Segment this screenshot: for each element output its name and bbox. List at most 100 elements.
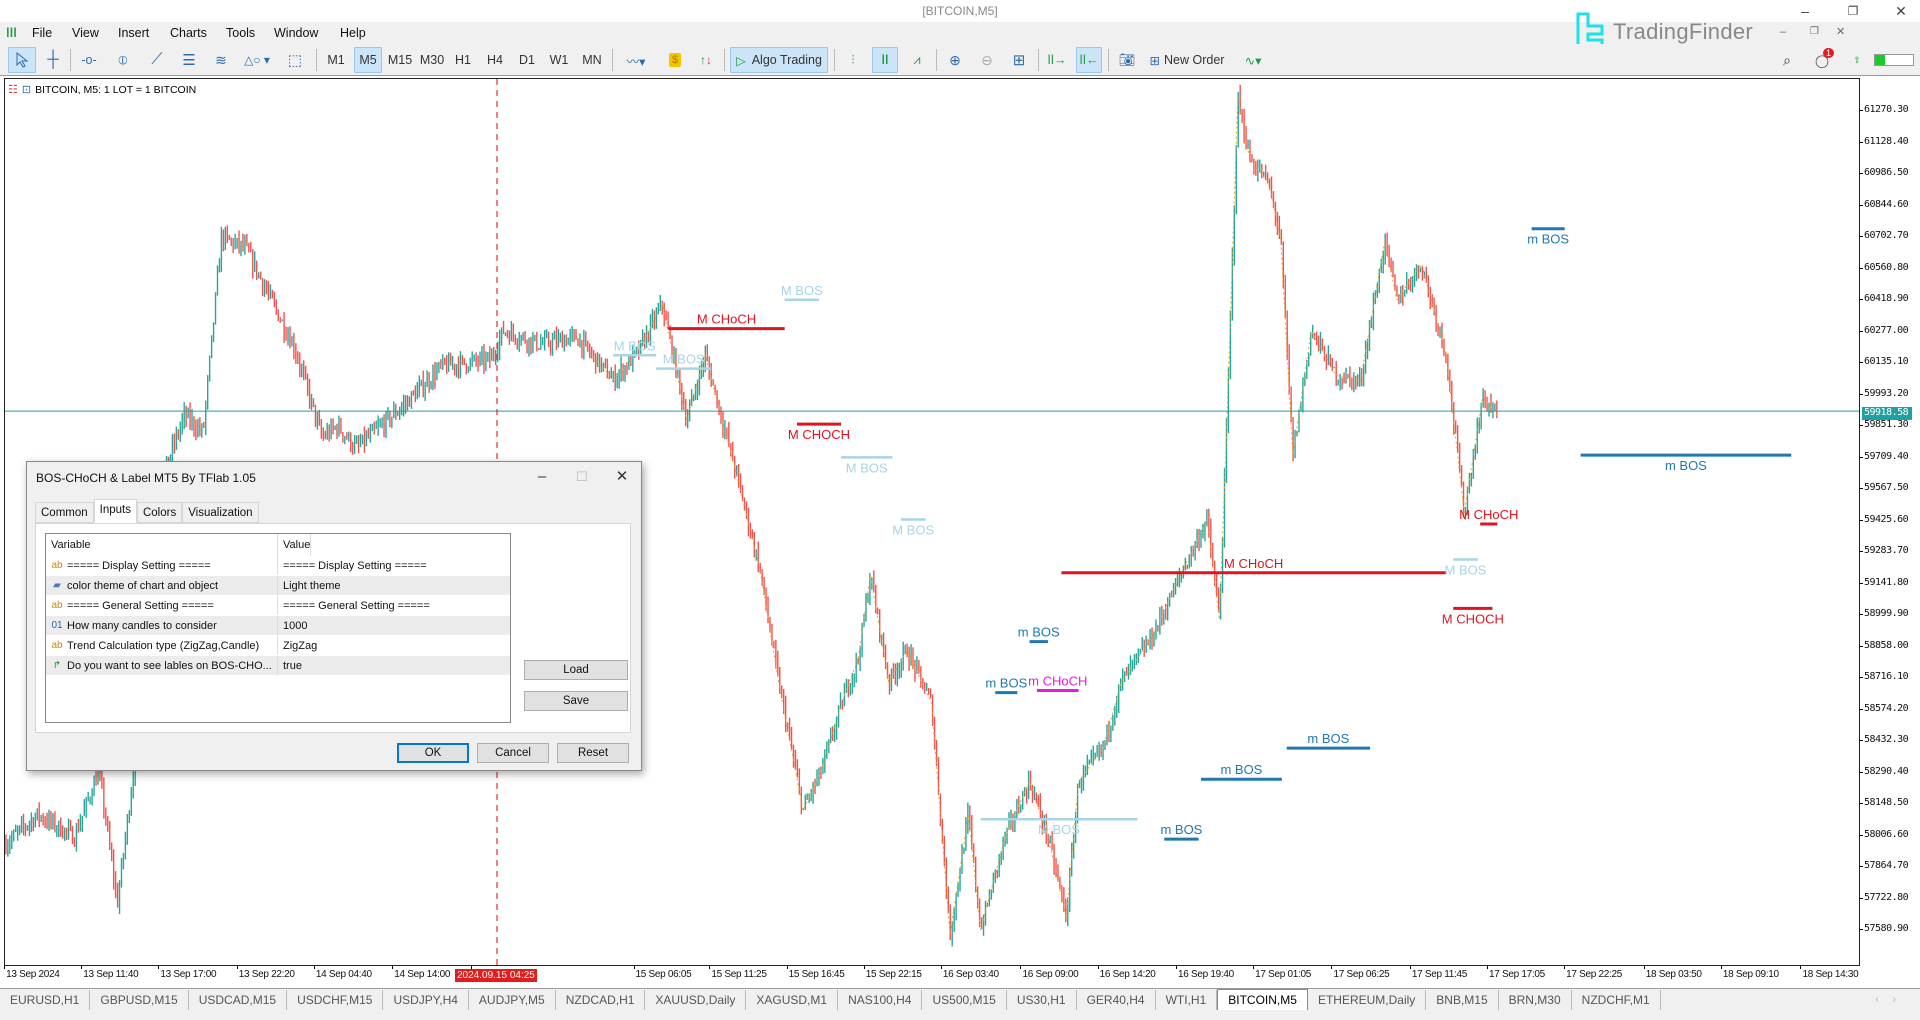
symbol-tab[interactable]: US30,H1 — [1007, 989, 1077, 1010]
line-chart-button[interactable]: ⩘ — [904, 47, 930, 73]
menu-insert[interactable]: Insert — [118, 26, 149, 40]
symbol-tab[interactable]: AUDJPY,M5 — [469, 989, 556, 1010]
symbol-tab[interactable]: USDJPY,H4 — [383, 989, 469, 1010]
shapes-button[interactable]: △○ ▾ — [240, 47, 274, 73]
symbol-tab[interactable]: GER40,H4 — [1077, 989, 1156, 1010]
symbol-tab[interactable]: WTI,H1 — [1156, 989, 1218, 1010]
save-button[interactable]: Save — [524, 691, 628, 711]
price-axis[interactable]: 61270.30 61128.40 60986.50 60844.60 60702.70… — [1858, 78, 1920, 966]
symbol-tab[interactable]: BRN,M30 — [1499, 989, 1572, 1010]
screenshot-button[interactable]: 📷︎ — [1114, 47, 1140, 73]
indicators-dropdown[interactable]: 〰▾ — [618, 47, 654, 73]
column-value[interactable]: Value — [278, 534, 312, 556]
cursor-tool-button[interactable] — [8, 47, 36, 73]
chart-shift-button[interactable]: ǀǀ← — [1076, 47, 1102, 73]
menu-charts[interactable]: Charts — [170, 26, 207, 40]
child-restore-button[interactable]: ❐ — [1810, 26, 1819, 37]
bar-chart-button[interactable]: ⫶ — [840, 47, 866, 73]
column-variable[interactable]: Variable — [46, 534, 278, 556]
symbol-tab[interactable]: XAGUSD,M1 — [746, 989, 839, 1010]
zoom-in-button[interactable]: ⊕ — [942, 47, 968, 73]
account-button[interactable]: ◯ 1 — [1810, 47, 1835, 73]
symbol-tab[interactable]: BITCOIN,M5 — [1217, 988, 1308, 1011]
timeframe-m30[interactable]: M30 — [418, 47, 446, 73]
dialog-close-button[interactable]: ✕ — [607, 466, 637, 488]
symbol-tab[interactable]: GBPUSD,M15 — [90, 989, 189, 1010]
cancel-button[interactable]: Cancel — [477, 743, 549, 763]
value-cell[interactable]: Light theme — [278, 576, 340, 595]
ok-button[interactable]: OK — [397, 743, 469, 763]
level-button[interactable]: ⇧ — [1848, 47, 1866, 73]
restore-button[interactable]: ❐ — [1838, 2, 1868, 20]
zoom-out-button[interactable]: ⊖ — [974, 47, 1000, 73]
value-cell[interactable]: true — [278, 656, 302, 675]
symbol-tab[interactable]: USDCAD,M15 — [189, 989, 288, 1010]
dialog-maximize-button[interactable]: ☐ — [567, 466, 597, 488]
symbol-tab[interactable]: BNB,M15 — [1426, 989, 1499, 1010]
tab-common[interactable]: Common — [35, 502, 94, 523]
symbol-tab[interactable]: XAUUSD,Daily — [645, 989, 747, 1010]
menu-view[interactable]: View — [72, 26, 99, 40]
horizontal-line-button[interactable]: -o- — [76, 47, 102, 73]
crosshair-tool-button[interactable]: ┼ — [40, 47, 66, 73]
candlestick-chart-button[interactable]: ǀǀ — [872, 47, 898, 73]
menu-file[interactable]: File — [32, 26, 52, 40]
autoscroll-button[interactable]: ǀǀ→ — [1044, 47, 1070, 73]
child-minimize-button[interactable]: – — [1780, 26, 1786, 38]
menu-window[interactable]: Window — [274, 26, 318, 40]
tab-visualization[interactable]: Visualization — [182, 502, 259, 523]
minimize-button[interactable]: – — [1790, 2, 1820, 20]
market-button[interactable]: $ — [664, 47, 686, 73]
timeframe-h4[interactable]: H4 — [482, 47, 508, 73]
timeframe-mn[interactable]: MN — [578, 47, 606, 73]
symbol-tab[interactable]: ETHEREUM,Daily — [1308, 989, 1427, 1010]
symbol-tab[interactable]: NZDCHF,M1 — [1572, 989, 1661, 1010]
input-row[interactable]: ab ===== Display Setting ===== ===== Displ… — [46, 556, 510, 576]
chart-info: ☷ ⊡ BITCOIN, M5: 1 LOT = 1 BITCOIN — [8, 83, 197, 97]
menu-help[interactable]: Help — [340, 26, 366, 40]
value-cell[interactable]: 1000 — [278, 616, 307, 635]
price-tick: 60560.80 — [1858, 261, 1909, 273]
algo-trading-button[interactable]: ▷ Algo Trading — [730, 47, 828, 73]
load-button[interactable]: Load — [524, 660, 628, 680]
chart-info-text: BITCOIN, M5: 1 LOT = 1 BITCOIN — [35, 83, 197, 96]
objects-button[interactable]: ⬚ — [282, 47, 308, 73]
symbol-tab[interactable]: US500,M15 — [922, 989, 1007, 1010]
close-button[interactable]: ✕ — [1886, 2, 1916, 20]
reset-button[interactable]: Reset — [557, 743, 629, 763]
signals-button[interactable]: ↑↓ — [694, 47, 718, 73]
timeframe-m1[interactable]: M1 — [322, 47, 350, 73]
input-row[interactable]: 01 How many candles to consider 1000 — [46, 616, 510, 636]
tab-scroll-arrows[interactable]: ‹› — [1875, 994, 1920, 1005]
tab-colors[interactable]: Colors — [136, 502, 183, 523]
symbol-tab[interactable]: USDCHF,M15 — [287, 989, 384, 1010]
strategy-tester-dropdown[interactable]: ∿▾ — [1236, 47, 1270, 73]
trendline-button[interactable]: ⟋ — [144, 47, 170, 73]
fibonacci-button[interactable]: ≋ — [208, 47, 234, 73]
input-row[interactable]: ab Trend Calculation type (ZigZag,Candle)… — [46, 636, 510, 656]
tab-inputs[interactable]: Inputs — [93, 499, 137, 523]
symbol-tab[interactable]: EURUSD,H1 — [0, 989, 91, 1010]
timeframe-m15[interactable]: M15 — [386, 47, 414, 73]
input-row[interactable]: ▰ color theme of chart and object Light th… — [46, 576, 510, 596]
symbol-tab[interactable]: NZDCAD,H1 — [556, 989, 646, 1010]
value-cell[interactable]: ===== Display Setting ===== — [278, 556, 427, 575]
value-cell[interactable]: ZigZag — [278, 636, 317, 655]
tile-windows-button[interactable]: ⊞ — [1006, 47, 1032, 73]
timeframe-h1[interactable]: H1 — [450, 47, 476, 73]
input-row[interactable]: ab ===== General Setting ===== ===== Gener… — [46, 596, 510, 616]
vertical-line-button[interactable]: ⦶ — [110, 47, 136, 73]
child-close-button[interactable]: ✕ — [1836, 25, 1845, 38]
timeframe-w1[interactable]: W1 — [546, 47, 572, 73]
timeframe-m5[interactable]: M5 — [354, 47, 382, 73]
menu-tools[interactable]: Tools — [226, 26, 255, 40]
time-axis[interactable]: 13 Sep 2024 13 Sep 11:40 13 Sep 17:00 13 Se… — [0, 965, 1920, 984]
channel-button[interactable]: ☰ — [176, 47, 202, 73]
input-row[interactable]: ↱ Do you want to see lables on BOS-CHO...… — [46, 656, 510, 676]
new-order-button[interactable]: ⊞ New Order — [1146, 47, 1228, 73]
timeframe-d1[interactable]: D1 — [514, 47, 540, 73]
value-cell[interactable]: ===== General Setting ===== — [278, 596, 430, 615]
symbol-tab[interactable]: NAS100,H4 — [838, 989, 923, 1010]
dialog-minimize-button[interactable]: – — [527, 466, 557, 488]
search-button[interactable]: ⌕ — [1776, 47, 1798, 73]
